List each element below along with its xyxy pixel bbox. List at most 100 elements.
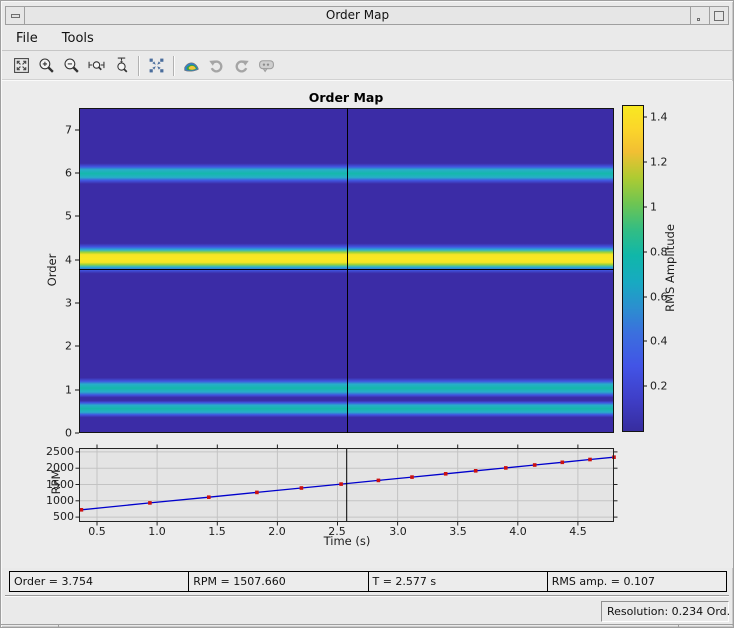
frame-notch: [678, 624, 679, 627]
rpm-ytick-label: 1500: [46, 478, 74, 491]
rotate-left-icon: [208, 60, 222, 73]
rotate-left-button[interactable]: [205, 55, 227, 77]
tick-mark: [75, 345, 79, 347]
zoom-out-button[interactable]: [60, 55, 82, 77]
rpm-marker: [299, 486, 304, 490]
center-view-button[interactable]: [145, 55, 167, 77]
zoom-in-button[interactable]: [35, 55, 57, 77]
time-xtick-label: 4.0: [509, 525, 527, 538]
colorbar: 0.2 0.4 0.6 0.8 1 1.2 1.4: [622, 105, 668, 432]
toolbar: [2, 52, 732, 80]
time-xtick-label: 3.5: [449, 525, 467, 538]
window-menu-icon: [11, 14, 20, 18]
order-axis-label: Order: [45, 253, 59, 287]
rpm-ytick-label: 2500: [46, 445, 74, 458]
rpm-marker: [255, 490, 259, 495]
colormap-surface-icon: [183, 62, 199, 72]
rpm-marker: [410, 475, 414, 479]
time-axis-label: Time (s): [323, 534, 371, 548]
center-view-icon: [149, 58, 163, 73]
order-ytick-label: 0: [65, 426, 72, 440]
order-ytick-label: 5: [65, 209, 72, 223]
rotate-right-icon: [235, 60, 249, 73]
rpm-axes[interactable]: [75, 444, 618, 526]
readout-rpm: RPM = 1507.660: [188, 572, 367, 591]
rpm-marker: [504, 466, 508, 470]
zoom-x-button[interactable]: [85, 55, 107, 77]
time-cursor-line[interactable]: [346, 108, 348, 433]
order-ytick-label: 3: [65, 296, 72, 310]
zoom-x-icon: [88, 61, 104, 71]
tick-mark: [75, 432, 79, 434]
readout-rms: RMS amp. = 0.107: [546, 572, 726, 591]
resolution-readout: Resolution: 0.234 Ord.: [601, 601, 730, 622]
rpm-marker: [588, 457, 592, 462]
rpm-marker: [376, 478, 381, 483]
plot-title: Order Map: [308, 90, 384, 105]
rpm-ytick-label: 1000: [46, 494, 74, 507]
menu-file[interactable]: File: [16, 31, 38, 46]
rpm-marker: [443, 472, 448, 476]
order-ytick-label: 2: [65, 339, 72, 353]
titlebar: Order Map: [5, 6, 729, 25]
figure-area: Order Map 01234567 Order 0.2 0.4 0.6 0.8 1 1.…: [2, 81, 733, 568]
rpm-ytick-label: 2000: [46, 461, 74, 474]
time-xtick-label: 1.5: [208, 525, 226, 538]
order-cursor-line[interactable]: [79, 269, 614, 271]
rotate-right-button[interactable]: [230, 55, 252, 77]
cursor-readout-bar: Order = 3.754 RPM = 1507.660 T = 2.577 s…: [9, 571, 727, 592]
order-map-window: Order Map File Tools Order Map 0 1 2 3 4…: [0, 0, 734, 628]
rpm-marker: [560, 460, 565, 465]
colorbar-tick-label: 0.2: [650, 379, 668, 393]
fit-to-view-icon: [13, 58, 29, 73]
tick-mark: [75, 302, 79, 304]
maximize-icon: [714, 11, 724, 21]
datatip-button[interactable]: [255, 55, 277, 77]
colorbar-label: RMS Amplitude: [663, 224, 677, 312]
minimize-button[interactable]: [690, 6, 710, 25]
time-xtick-label: 0.5: [88, 525, 106, 538]
rpm-marker: [207, 495, 211, 499]
colorbar-tick-label: 0.4: [650, 334, 668, 348]
statusbar-divider: [5, 595, 729, 596]
order-map-axes: 0 1 2 3 4 5 6 7: [65, 108, 614, 440]
time-xtick-label: 2.0: [268, 525, 286, 538]
window-frame-edge: [1, 624, 733, 625]
rpm-marker: [79, 508, 84, 512]
order-ytick-label: 1: [65, 383, 72, 397]
readout-time: T = 2.577 s: [367, 572, 547, 591]
order-ytick-label: 4: [65, 253, 72, 267]
colorbar-tick-label: 1.4: [650, 110, 668, 124]
menu-tools[interactable]: Tools: [62, 31, 94, 46]
colorbar-tick-label: 1: [650, 200, 657, 214]
order-ytick-label: 7: [65, 123, 72, 137]
window-title: Order Map: [24, 6, 691, 25]
zoom-out-icon: [63, 58, 79, 73]
tick-mark: [75, 172, 79, 174]
window-menu-button[interactable]: [5, 6, 25, 25]
time-xtick-label: 1.0: [148, 525, 166, 538]
fit-to-view-button[interactable]: [10, 55, 32, 77]
minimize-icon: [697, 18, 700, 21]
toolbar-separator: [138, 55, 139, 76]
colormap-surface-button[interactable]: [180, 55, 202, 77]
colorbar-tick-label: 1.2: [650, 155, 668, 169]
zoom-y-icon: [116, 57, 127, 73]
readout-order: Order = 3.754: [14, 575, 93, 588]
rpm-marker: [532, 463, 537, 467]
rpm-ytick-label: 500: [53, 510, 74, 523]
order-ytick-label: 6: [65, 166, 72, 180]
time-xtick-label: 3.0: [389, 525, 407, 538]
tick-mark: [75, 259, 79, 261]
maximize-button[interactable]: [709, 6, 729, 25]
tick-mark: [75, 129, 79, 131]
rpm-marker: [339, 482, 343, 486]
frame-notch: [58, 624, 59, 627]
zoom-in-icon: [38, 58, 54, 73]
rpm-marker: [473, 469, 478, 473]
toolbar-separator: [173, 55, 174, 76]
tick-mark: [75, 215, 79, 217]
datatip-icon: [258, 60, 274, 73]
zoom-y-button[interactable]: [110, 55, 132, 77]
rpm-marker: [148, 501, 152, 505]
